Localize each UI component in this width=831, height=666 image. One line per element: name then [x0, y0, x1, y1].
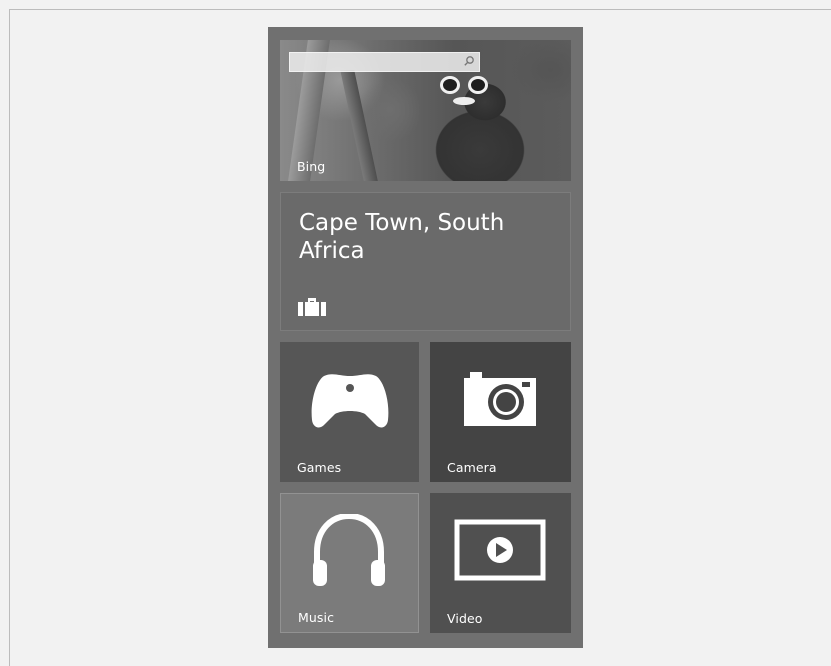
bing-tile-label: Bing [297, 159, 326, 174]
monkey-eye-right [468, 76, 488, 94]
suitcase-icon [298, 298, 326, 316]
monkey-eye-left [440, 76, 460, 94]
game-controller-icon [311, 374, 389, 428]
music-tile-label: Music [298, 610, 335, 625]
branch-decoration [340, 70, 378, 181]
camera-tile-label: Camera [447, 460, 497, 475]
games-tile-label: Games [297, 460, 342, 475]
bing-tile[interactable]: Bing [280, 40, 571, 181]
music-tile[interactable]: Music [280, 493, 419, 633]
travel-destination-title: Cape Town, South Africa [299, 210, 505, 264]
monkey-mouth [453, 97, 475, 105]
games-tile[interactable]: Games [280, 342, 419, 482]
camera-tile[interactable]: Camera [430, 342, 571, 482]
search-icon[interactable] [463, 55, 475, 67]
travel-tile[interactable]: Cape Town, South Africa [280, 192, 571, 331]
bing-search-box[interactable] [289, 52, 480, 72]
start-screen-panel: Bing Cape Town, South Africa Games Camer… [268, 27, 583, 648]
video-tile-label: Video [447, 611, 483, 626]
camera-icon [464, 372, 536, 426]
video-tile[interactable]: Video [430, 493, 571, 633]
video-play-icon [454, 519, 546, 581]
headphones-icon [313, 514, 385, 586]
